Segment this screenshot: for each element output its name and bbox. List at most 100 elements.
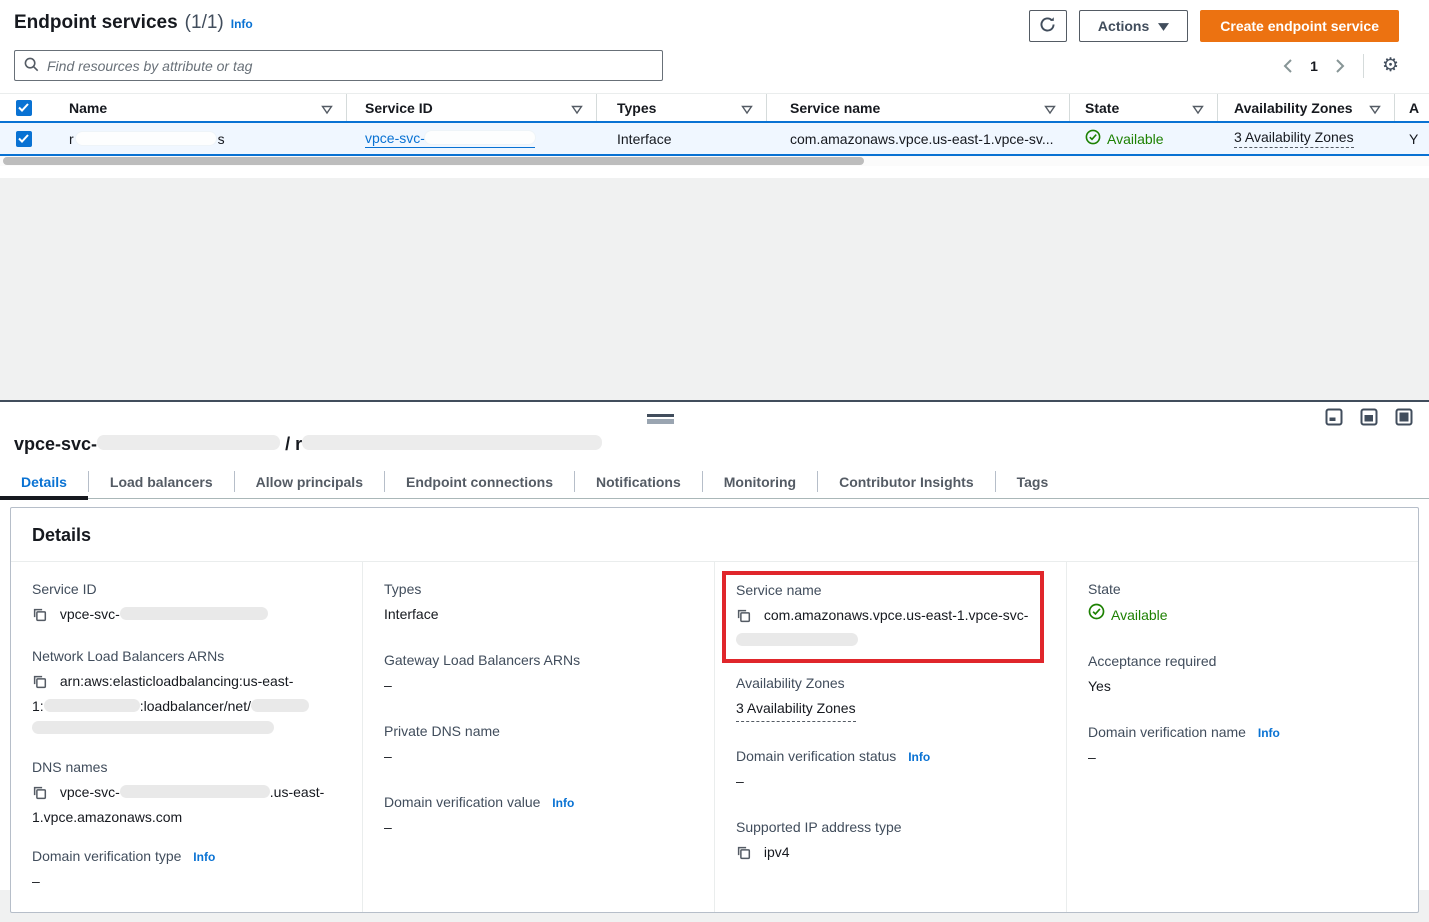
field-label: Domain verification status — [736, 748, 896, 764]
row-name-text: s — [218, 131, 225, 147]
field-label: Domain verification type — [32, 848, 181, 864]
field-domain-verification-name: Domain verification name Info – — [1088, 724, 1398, 768]
info-link[interactable]: Info — [908, 750, 930, 764]
drag-handle-line — [647, 414, 674, 417]
field-value-text: 1.vpce.amazonaws.com — [32, 809, 182, 825]
column-header-service-id[interactable]: Service ID — [347, 94, 597, 121]
search-box[interactable] — [14, 50, 663, 81]
service-id-link[interactable]: vpce-svc- — [365, 130, 535, 148]
copy-icon[interactable] — [736, 847, 755, 863]
sort-filter-icon[interactable] — [1369, 102, 1381, 118]
field-nlb-arns: Network Load Balancers ARNs arn:aws:elas… — [32, 648, 342, 739]
search-input[interactable] — [47, 58, 653, 74]
copy-icon[interactable] — [32, 609, 51, 625]
panel-size-small-icon[interactable] — [1325, 408, 1343, 429]
column-header-clipped[interactable]: A — [1395, 94, 1429, 121]
drag-handle-line — [647, 419, 674, 424]
state-available: Available — [1088, 603, 1398, 626]
header-info-link[interactable]: Info — [231, 17, 253, 31]
service-id-text: vpce-svc- — [365, 130, 425, 146]
resource-count: (1/1) — [185, 12, 224, 34]
scrollbar-thumb[interactable] — [3, 157, 864, 165]
column-header-service-name[interactable]: Service name — [767, 94, 1070, 121]
row-service-name-cell: com.amazonaws.vpce.us-east-1.vpce-sv... — [767, 123, 1070, 154]
column-label: Availability Zones — [1234, 100, 1353, 116]
redaction-box — [425, 131, 535, 144]
next-page-icon[interactable] — [1336, 59, 1345, 73]
sort-filter-icon[interactable] — [741, 102, 753, 118]
panel-size-large-icon[interactable] — [1395, 408, 1413, 429]
current-page[interactable]: 1 — [1306, 58, 1322, 74]
field-value-text: – — [384, 816, 694, 838]
panel-title-name: r — [295, 434, 302, 454]
field-availability-zones: Availability Zones 3 Availability Zones — [736, 675, 1046, 722]
create-endpoint-service-button[interactable]: Create endpoint service — [1200, 10, 1399, 42]
select-all-checkbox[interactable] — [16, 100, 32, 116]
details-column-2: Types Interface Gateway Load Balancers A… — [362, 562, 714, 912]
field-value-text: com.amazonaws.vpce.us-east-1.vpce-svc- — [764, 607, 1029, 623]
redaction-box — [76, 132, 216, 145]
column-label: Types — [617, 100, 656, 116]
sort-filter-icon[interactable] — [1192, 102, 1204, 118]
panel-size-medium-icon[interactable] — [1360, 408, 1378, 429]
availability-zones-link[interactable]: 3 Availability Zones — [736, 697, 856, 722]
field-value-text: 1: — [32, 698, 44, 714]
info-link[interactable]: Info — [193, 850, 215, 864]
tab-endpoint-connections[interactable]: Endpoint connections — [385, 465, 574, 498]
state-available: Available — [1085, 129, 1164, 148]
field-label: DNS names — [32, 759, 342, 775]
column-header-name[interactable]: Name — [47, 94, 347, 121]
copy-icon[interactable] — [32, 787, 51, 803]
refresh-button[interactable] — [1029, 10, 1067, 42]
field-label: Acceptance required — [1088, 653, 1398, 669]
column-header-types[interactable]: Types — [597, 94, 767, 121]
tab-load-balancers[interactable]: Load balancers — [89, 465, 234, 498]
service-name-highlight-box: Service name com.amazonaws.vpce.us-east-… — [722, 571, 1044, 663]
table-row[interactable]: rs vpce-svc- Interface com.amazonaws.vpc… — [0, 121, 1429, 156]
row-service-id-cell: vpce-svc- — [347, 123, 597, 154]
field-label: Supported IP address type — [736, 819, 1046, 835]
field-label: Service name — [736, 582, 1032, 598]
info-link[interactable]: Info — [552, 796, 574, 810]
tab-details[interactable]: Details — [0, 465, 88, 498]
table-card-bottom — [0, 166, 1429, 178]
copy-icon[interactable] — [736, 610, 755, 626]
field-value-text: Yes — [1088, 675, 1398, 697]
field-value-text: Interface — [384, 603, 694, 625]
page-background-gap — [0, 178, 1429, 400]
row-checkbox[interactable] — [16, 131, 32, 147]
field-label: Types — [384, 581, 694, 597]
sort-filter-icon[interactable] — [571, 102, 583, 118]
horizontal-scrollbar[interactable] — [0, 156, 1429, 166]
details-column-3: Service name com.amazonaws.vpce.us-east-… — [714, 562, 1066, 912]
tab-allow-principals[interactable]: Allow principals — [235, 465, 384, 498]
tab-contributor-insights[interactable]: Contributor Insights — [818, 465, 995, 498]
sort-filter-icon[interactable] — [321, 102, 333, 118]
column-header-state[interactable]: State — [1070, 94, 1218, 121]
select-all-cell — [0, 94, 47, 121]
check-circle-icon — [1085, 129, 1101, 148]
row-select-cell — [0, 123, 47, 154]
copy-icon[interactable] — [32, 676, 51, 692]
availability-zones-link[interactable]: 3 Availability Zones — [1234, 129, 1354, 148]
info-link[interactable]: Info — [1258, 726, 1280, 740]
preferences-gear-icon[interactable]: ⚙ — [1382, 56, 1399, 75]
row-name-cell: rs — [47, 123, 347, 154]
details-card: Details Service ID vpce-svc- Network Loa… — [10, 507, 1419, 913]
actions-button[interactable]: Actions — [1079, 10, 1188, 42]
tab-notifications[interactable]: Notifications — [575, 465, 702, 498]
split-panel-title: vpce-svc- / r — [0, 402, 1429, 465]
table-header-row: Name Service ID Types Service name State — [0, 93, 1429, 121]
field-label: Availability Zones — [736, 675, 1046, 691]
column-header-availability-zones[interactable]: Availability Zones — [1218, 94, 1395, 121]
prev-page-icon[interactable] — [1283, 59, 1292, 73]
actions-label: Actions — [1098, 18, 1149, 34]
field-value-text: – — [32, 870, 342, 892]
tab-tags[interactable]: Tags — [996, 465, 1070, 498]
pager-divider — [1363, 54, 1364, 78]
tab-monitoring[interactable]: Monitoring — [703, 465, 817, 498]
column-label: Service ID — [365, 100, 433, 116]
split-panel-drag-handle[interactable] — [647, 414, 674, 424]
caret-down-icon — [1158, 18, 1169, 34]
sort-filter-icon[interactable] — [1044, 102, 1056, 118]
